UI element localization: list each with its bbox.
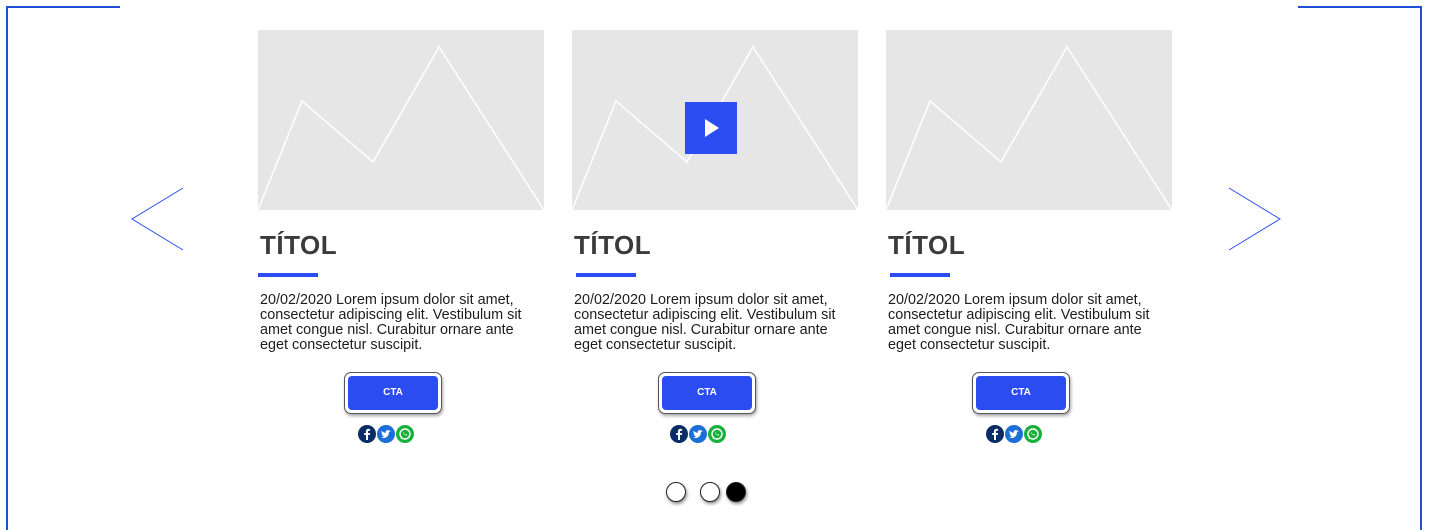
carousel-card: TÍTOL 20/02/2020 Lorem ipsum dolor sit a…: [572, 30, 858, 443]
cta-button-frame: CTA: [344, 372, 442, 414]
play-button[interactable]: [685, 102, 737, 154]
carousel-card: TÍTOL 20/02/2020 Lorem ipsum dolor sit a…: [258, 30, 544, 443]
card-description: 20/02/2020 Lorem ipsum dolor sit amet, c…: [574, 292, 836, 353]
frame-border-top-right: [1298, 6, 1422, 8]
card-description: 20/02/2020 Lorem ipsum dolor sit amet, c…: [888, 292, 1150, 353]
cta-button[interactable]: CTA: [662, 376, 752, 410]
image-placeholder-icon: [886, 45, 1172, 210]
pagination-dot-3[interactable]: [726, 482, 746, 502]
facebook-icon[interactable]: [986, 425, 1004, 443]
card-title: TÍTOL: [260, 230, 338, 260]
twitter-icon[interactable]: [377, 425, 395, 443]
whatsapp-icon[interactable]: [1024, 425, 1042, 443]
title-underline: [576, 273, 636, 277]
facebook-icon[interactable]: [358, 425, 376, 443]
cta-button[interactable]: CTA: [348, 376, 438, 410]
title-underline: [890, 273, 950, 277]
facebook-icon[interactable]: [670, 425, 688, 443]
image-placeholder-icon: [258, 45, 544, 210]
frame-border-top-left: [6, 6, 120, 8]
video-placeholder[interactable]: [572, 30, 858, 210]
twitter-icon[interactable]: [1005, 425, 1023, 443]
whatsapp-icon[interactable]: [396, 425, 414, 443]
twitter-icon[interactable]: [689, 425, 707, 443]
title-underline: [258, 273, 318, 277]
image-placeholder[interactable]: [886, 30, 1172, 210]
carousel-next-button[interactable]: [1228, 186, 1282, 252]
cta-button-frame: CTA: [972, 372, 1070, 414]
frame-border-right: [1420, 6, 1422, 530]
carousel-pagination: [666, 482, 756, 504]
pagination-dot-2[interactable]: [700, 482, 720, 502]
card-title: TÍTOL: [888, 230, 966, 260]
social-share: [670, 425, 750, 445]
cta-button-frame: CTA: [658, 372, 756, 414]
cta-button[interactable]: CTA: [976, 376, 1066, 410]
card-description: 20/02/2020 Lorem ipsum dolor sit amet, c…: [260, 292, 522, 353]
whatsapp-icon[interactable]: [708, 425, 726, 443]
carousel-card: TÍTOL 20/02/2020 Lorem ipsum dolor sit a…: [886, 30, 1172, 443]
pagination-dot-1[interactable]: [666, 482, 686, 502]
image-placeholder[interactable]: [258, 30, 544, 210]
carousel-prev-button[interactable]: [130, 186, 184, 252]
play-icon: [705, 119, 719, 137]
chevron-right-icon: [1228, 187, 1281, 251]
card-title: TÍTOL: [574, 230, 652, 260]
social-share: [986, 425, 1066, 445]
social-share: [358, 425, 438, 445]
frame-border-left: [6, 6, 8, 530]
chevron-left-icon: [131, 187, 184, 251]
